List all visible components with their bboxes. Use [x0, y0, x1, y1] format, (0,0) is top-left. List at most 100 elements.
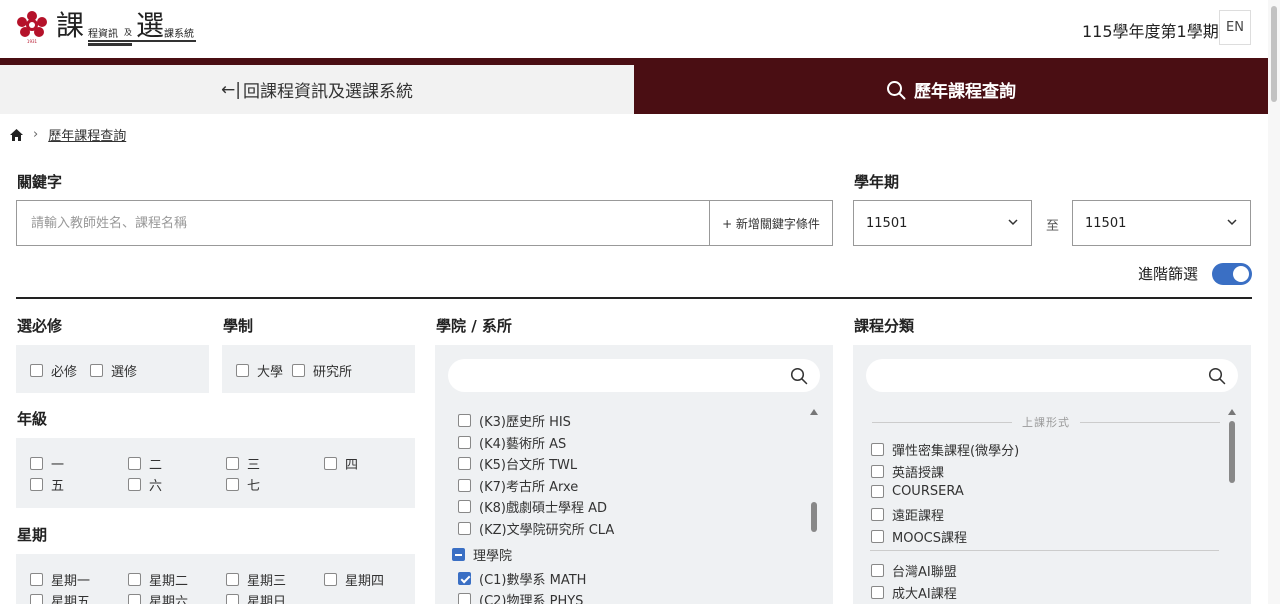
checkbox-distance[interactable]: 遠距課程	[871, 505, 944, 524]
checkbox-box[interactable]	[30, 594, 43, 604]
checkbox-english-taught[interactable]: 英語授課	[871, 462, 944, 481]
checkbox-college-science[interactable]: 理學院	[452, 545, 512, 564]
history-query-tab[interactable]: 歷年課程查詢	[634, 65, 1268, 114]
checkbox-box[interactable]	[871, 485, 884, 498]
checkbox-grade-5[interactable]: 五	[30, 475, 64, 494]
checkbox-box[interactable]	[871, 586, 884, 599]
breadcrumb-current[interactable]: 歷年課程查詢	[48, 125, 126, 144]
checkbox-ncku-ai[interactable]: 成大AI課程	[871, 583, 957, 602]
checkbox-sunday[interactable]: 星期日	[226, 591, 286, 604]
checkbox-moocs[interactable]: MOOCS課程	[871, 527, 967, 546]
category-list-scrollbar[interactable]	[1229, 421, 1235, 483]
language-toggle-button[interactable]: EN	[1219, 10, 1251, 45]
checkbox-grade-6[interactable]: 六	[128, 475, 162, 494]
checkbox-grade-2[interactable]: 二	[128, 454, 162, 473]
checkbox-box[interactable]	[458, 457, 471, 470]
checkbox-box[interactable]	[458, 522, 471, 535]
checkbox-box[interactable]	[458, 436, 471, 449]
department-filter-panel: (K3)歷史所 HIS (K4)藝術所 AS (K5)台文所 TWL (K7)考…	[435, 345, 833, 604]
checkbox-box[interactable]	[871, 508, 884, 521]
checkbox-label: (K7)考古所 Arxe	[479, 480, 579, 495]
add-keyword-condition-button[interactable]: + 新增關鍵字條件	[709, 200, 833, 246]
scroll-up-arrow-icon[interactable]	[1228, 409, 1236, 415]
checkbox-grade-3[interactable]: 三	[226, 454, 260, 473]
checkbox-saturday[interactable]: 星期六	[128, 591, 188, 604]
checkbox-box[interactable]	[458, 500, 471, 513]
checkbox-wednesday[interactable]: 星期三	[226, 570, 286, 589]
keyword-input[interactable]	[16, 200, 710, 246]
checkbox-friday[interactable]: 星期五	[30, 591, 90, 604]
checkbox-box[interactable]	[871, 443, 884, 456]
checkbox-box[interactable]	[30, 457, 43, 470]
checkbox-dept-kz[interactable]: (KZ)文學院研究所 CLA	[458, 519, 614, 538]
checkbox-box[interactable]	[128, 478, 141, 491]
checkbox-grade-4[interactable]: 四	[324, 454, 358, 473]
checkbox-box[interactable]	[30, 364, 43, 377]
checkbox-label: 必修	[51, 365, 78, 380]
keyword-label: 關鍵字	[17, 173, 63, 191]
checkbox-box[interactable]	[458, 414, 471, 427]
term-to-select[interactable]: 11501	[1072, 200, 1251, 246]
checkbox-box-checked[interactable]	[458, 572, 471, 585]
search-icon	[887, 80, 906, 99]
checkbox-box[interactable]	[871, 465, 884, 478]
checkbox-elective[interactable]: 選修	[90, 361, 137, 380]
checkbox-dept-c2[interactable]: (C2)物理系 PHYS	[458, 590, 583, 604]
checkbox-thursday[interactable]: 星期四	[324, 570, 384, 589]
page-scrollbar-thumb[interactable]	[1271, 6, 1277, 102]
checkbox-graduate[interactable]: 研究所	[292, 361, 352, 380]
category-search-input[interactable]	[866, 359, 1238, 392]
checkbox-dept-k3[interactable]: (K3)歷史所 HIS	[458, 411, 571, 430]
checkbox-tuesday[interactable]: 星期二	[128, 570, 188, 589]
checkbox-dept-c1[interactable]: (C1)數學系 MATH	[458, 569, 586, 588]
advanced-filter-toggle[interactable]	[1212, 263, 1252, 285]
term-to-label: 至	[1046, 219, 1060, 234]
home-icon[interactable]	[10, 128, 23, 141]
checkbox-dept-k7[interactable]: (K7)考古所 Arxe	[458, 476, 578, 495]
term-from-select[interactable]: 11501	[853, 200, 1032, 246]
logo-text-info: 程資訊	[88, 29, 118, 40]
checkbox-box[interactable]	[226, 594, 239, 604]
checkbox-dept-k4[interactable]: (K4)藝術所 AS	[458, 433, 566, 452]
checkbox-box[interactable]	[458, 593, 471, 604]
checkbox-box[interactable]	[128, 457, 141, 470]
checkbox-box[interactable]	[292, 364, 305, 377]
checkbox-grade-7[interactable]: 七	[226, 475, 260, 494]
checkbox-label: 四	[345, 458, 359, 473]
checkbox-box[interactable]	[458, 479, 471, 492]
checkbox-box[interactable]	[226, 573, 239, 586]
section-divider	[16, 297, 1252, 299]
search-icon	[1208, 367, 1226, 385]
checkbox-box[interactable]	[226, 457, 239, 470]
checkbox-box[interactable]	[324, 573, 337, 586]
page-scrollbar[interactable]	[1268, 0, 1280, 604]
checkbox-micro-credit[interactable]: 彈性密集課程(微學分)	[871, 440, 1019, 459]
department-list-scrollbar[interactable]	[811, 502, 817, 532]
checkbox-box[interactable]	[871, 530, 884, 543]
checkbox-dept-k8[interactable]: (K8)戲劇碩士學程 AD	[458, 497, 607, 516]
checkbox-box[interactable]	[128, 594, 141, 604]
checkbox-box[interactable]	[324, 457, 337, 470]
scroll-up-arrow-icon[interactable]	[810, 409, 818, 415]
checkbox-box[interactable]	[90, 364, 103, 377]
checkbox-grade-1[interactable]: 一	[30, 454, 64, 473]
checkbox-box[interactable]	[871, 564, 884, 577]
checkbox-box[interactable]	[226, 478, 239, 491]
checkbox-label: 理學院	[473, 549, 513, 564]
checkbox-monday[interactable]: 星期一	[30, 570, 90, 589]
checkbox-box[interactable]	[236, 364, 249, 377]
checkbox-box-partial[interactable]	[452, 548, 465, 561]
checkbox-box[interactable]	[128, 573, 141, 586]
checkbox-dept-k5[interactable]: (K5)台文所 TWL	[458, 454, 577, 473]
checkbox-taiwan-ai[interactable]: 台灣AI聯盟	[871, 561, 957, 580]
system-logo[interactable]: 課 程資訊 及 選 課系統	[56, 10, 198, 46]
chevron-down-icon	[1008, 219, 1018, 226]
checkbox-box[interactable]	[30, 478, 43, 491]
checkbox-coursera[interactable]: COURSERA	[871, 484, 964, 499]
department-search-input[interactable]	[448, 359, 820, 392]
back-to-system-tab[interactable]: ←| 回課程資訊及選課系統	[0, 65, 634, 114]
checkbox-box[interactable]	[30, 573, 43, 586]
checkbox-required[interactable]: 必修	[30, 361, 77, 380]
grade-filter-panel: 一 二 三 四 五 六 七	[16, 438, 415, 508]
checkbox-undergrad[interactable]: 大學	[236, 361, 283, 380]
